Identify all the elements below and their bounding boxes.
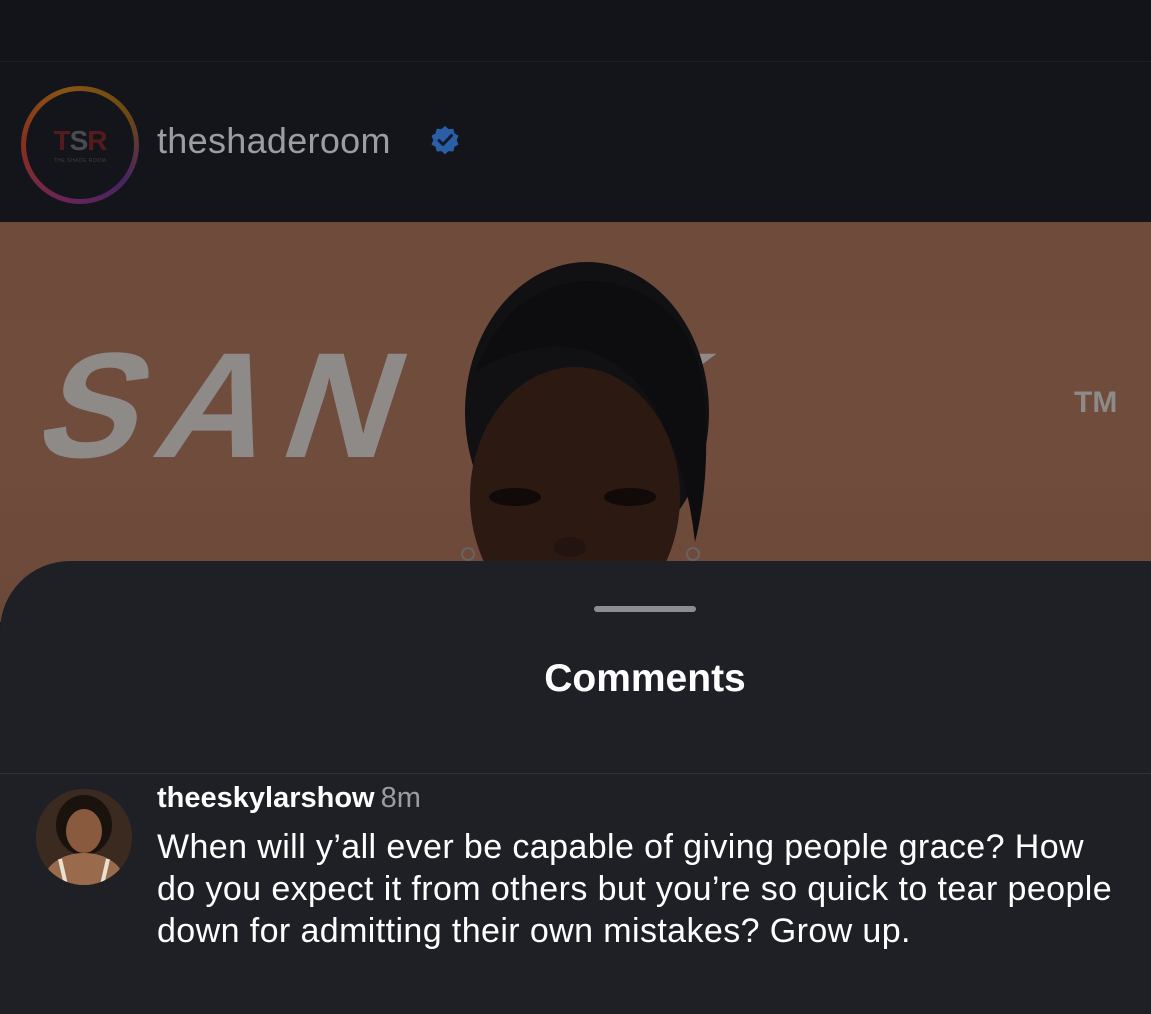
comment-time: 8m	[380, 782, 421, 814]
profile-avatar[interactable]: TSR THE SHADE ROOM	[26, 91, 134, 199]
divider	[0, 773, 1151, 774]
tsr-logo: TSR	[53, 124, 107, 156]
post-username[interactable]: theshaderoom	[157, 120, 391, 162]
verified-badge-icon	[431, 126, 459, 155]
commenter-username[interactable]: theeskylarshow	[157, 782, 375, 814]
top-bar	[0, 0, 1151, 62]
sheet-drag-handle[interactable]	[594, 606, 696, 612]
comments-sheet: Comments theeskylarshow 8m When will y’al…	[0, 561, 1151, 1014]
comments-title: Comments	[544, 657, 746, 700]
trademark-mark: TM	[1074, 386, 1118, 419]
avatar-photo	[36, 789, 132, 885]
story-ring[interactable]: TSR THE SHADE ROOM	[21, 86, 139, 204]
post-header: TSR THE SHADE ROOM theshaderoom	[0, 62, 1151, 222]
comment-text: When will y’all ever be capable of givin…	[157, 828, 1113, 950]
commenter-avatar[interactable]	[36, 789, 132, 885]
partial-top-content	[548, 0, 718, 4]
logo-subtitle: THE SHADE ROOM	[53, 157, 107, 164]
comment-meta: theeskylarshow 8m	[157, 782, 421, 815]
instagram-screen: TSR THE SHADE ROOM theshaderoom SAN SK T…	[0, 0, 1151, 1014]
